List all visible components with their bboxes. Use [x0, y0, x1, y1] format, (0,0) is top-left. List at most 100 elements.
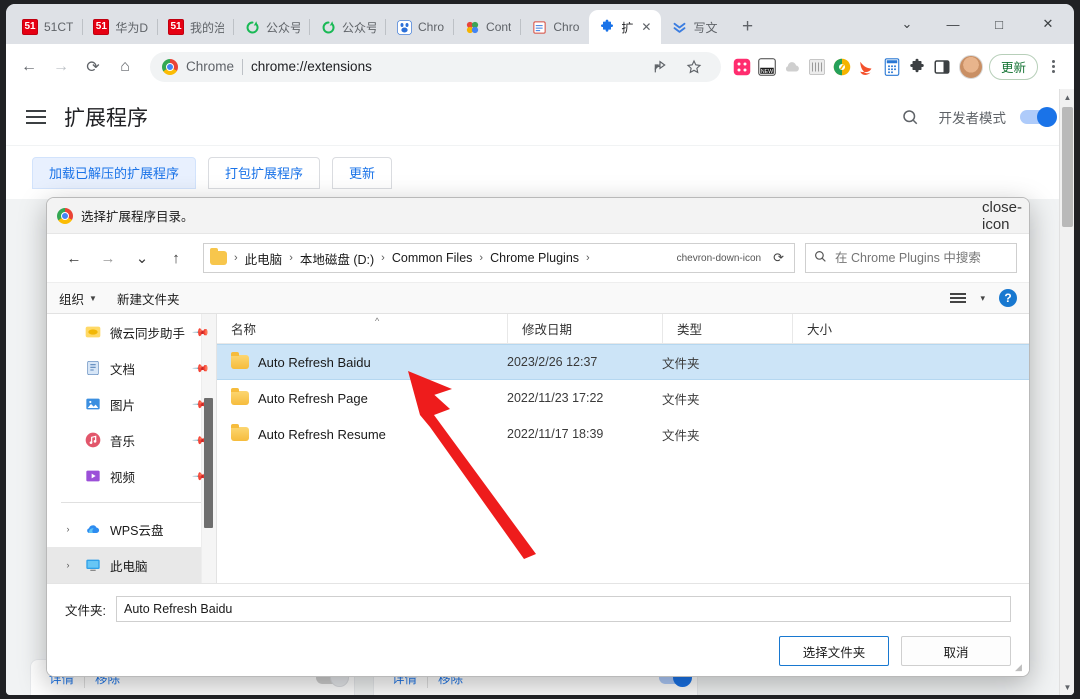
home-icon[interactable]: ⌂	[110, 52, 140, 82]
dialog-buttons: 选择文件夹 取消	[65, 636, 1011, 666]
sidebar-item-music[interactable]: 音乐 📌	[47, 422, 216, 458]
select-folder-button[interactable]: 选择文件夹	[779, 636, 889, 666]
resize-grip-icon[interactable]: ◢	[1015, 663, 1025, 673]
close-icon[interactable]: ✕	[641, 21, 651, 33]
new-badge-icon[interactable]: NEW	[756, 56, 778, 78]
help-icon[interactable]: ?	[999, 289, 1017, 307]
scroll-up-icon[interactable]: ▲	[1060, 89, 1074, 105]
command-bar-right: ▾ ?	[950, 289, 1017, 307]
sidebar-item-label: 音乐	[110, 434, 136, 449]
recent-locations-icon[interactable]: ⌄	[127, 243, 157, 273]
dialog-search-box[interactable]	[805, 243, 1017, 273]
table-row[interactable]: Auto Refresh Resume 2022/11/17 18:39 文件夹	[217, 416, 1029, 452]
chevrons-down-icon	[671, 19, 687, 35]
close-icon[interactable]: close-icon	[982, 199, 1022, 233]
close-window-button[interactable]: ✕	[1022, 4, 1074, 44]
forward-icon[interactable]: →	[93, 243, 123, 273]
sidebar-scrollbar-thumb[interactable]	[204, 398, 213, 528]
column-header-type[interactable]: 类型	[662, 313, 792, 344]
cloud-grey-icon[interactable]	[781, 56, 803, 78]
kebab-menu-icon[interactable]	[1040, 54, 1066, 80]
up-one-level-icon[interactable]: ↑	[161, 243, 191, 273]
refresh-icon[interactable]: ⟳	[773, 250, 788, 266]
breadcrumb-item-chrome-plugins[interactable]: Chrome Plugins	[490, 251, 579, 265]
file-name-cell: Auto Refresh Page	[217, 388, 507, 406]
chevron-right-icon[interactable]: ›	[61, 560, 75, 570]
column-header-date[interactable]: 修改日期	[507, 313, 662, 344]
address-bar[interactable]: Chrome chrome://extensions	[150, 51, 721, 82]
tab-extensions[interactable]: 扩 ✕	[589, 10, 662, 44]
sidebar-item-pictures[interactable]: 图片 📌	[47, 386, 216, 422]
tab-51cto[interactable]: 51 51CT	[12, 10, 84, 44]
dialog-body: 微云同步助手 📌 文档 📌 图片 📌 音乐 📌 视频 📌 › WPS云盘 › 此…	[47, 313, 1029, 583]
chrome-icon	[57, 207, 73, 224]
tab-search-icon[interactable]: ⌄	[884, 4, 930, 44]
new-folder-button[interactable]: 新建文件夹	[117, 289, 180, 308]
pack-extension-button[interactable]: 打包扩展程序	[208, 156, 321, 189]
browser-window: 51 51CT 51 华为D 51 我的治 公众号 公众号 Chro Cont …	[6, 4, 1074, 695]
breadcrumb-item-local-disk[interactable]: 本地磁盘 (D:)	[300, 249, 374, 268]
column-header-name[interactable]: 名称 ^	[217, 314, 507, 344]
tab-baidu-chrome[interactable]: Chro	[386, 10, 455, 44]
tab-mine[interactable]: 51 我的治	[158, 10, 235, 44]
dialog-title: 选择扩展程序目录。	[81, 210, 194, 224]
forward-icon[interactable]: →	[46, 52, 76, 82]
puzzle-icon[interactable]	[906, 56, 928, 78]
tab-gongzhonghao-1[interactable]: 公众号	[234, 10, 311, 44]
chevron-right-icon[interactable]: ›	[61, 524, 75, 534]
back-icon[interactable]: ←	[14, 52, 44, 82]
grid-grey-icon[interactable]	[806, 56, 828, 78]
page-scrollbar[interactable]: ▲ ▼	[1059, 89, 1074, 695]
chevron-down-icon[interactable]: ▾	[980, 293, 985, 304]
swift-bird-icon[interactable]	[856, 56, 878, 78]
dice-pink-icon[interactable]	[731, 56, 753, 78]
side-panel-icon[interactable]	[931, 56, 953, 78]
search-input[interactable]	[833, 250, 1008, 266]
sidebar-item-documents[interactable]: 文档 📌	[47, 350, 216, 386]
wps-cloud-icon	[84, 521, 101, 538]
sidebar-item-this-pc[interactable]: › 此电脑	[47, 547, 216, 583]
load-unpacked-button[interactable]: 加载已解压的扩展程序	[32, 156, 197, 189]
organize-menu[interactable]: 组织 ▼	[59, 289, 97, 308]
developer-mode-toggle[interactable]	[1020, 107, 1057, 127]
update-extensions-button[interactable]: 更新	[332, 156, 393, 189]
list-view-icon[interactable]	[950, 293, 967, 303]
chevron-down-icon[interactable]: chevron-down-icon	[669, 253, 770, 264]
hamburger-icon[interactable]	[26, 110, 46, 124]
breadcrumb-item-this-pc[interactable]: 此电脑	[245, 249, 283, 268]
star-icon[interactable]	[679, 52, 709, 82]
back-icon[interactable]: ←	[59, 243, 89, 273]
sidebar-item-label: 图片	[110, 398, 136, 413]
tab-gongzhonghao-2[interactable]: 公众号	[310, 10, 387, 44]
tab-chrome-doc[interactable]: Chro	[521, 10, 589, 44]
table-row[interactable]: Auto Refresh Page 2022/11/23 17:22 文件夹	[217, 380, 1029, 416]
tab-xiewen[interactable]: 写文	[661, 10, 727, 44]
sidebar-item-wps-cloud[interactable]: › WPS云盘	[47, 511, 216, 547]
tab-contact[interactable]: Cont	[454, 10, 522, 44]
sidebar-item-videos[interactable]: 视频 📌	[47, 458, 216, 494]
column-header-size[interactable]: 大小	[792, 313, 887, 344]
tab-huawei[interactable]: 51 华为D	[83, 10, 159, 44]
search-icon	[814, 250, 827, 266]
maximize-button[interactable]: □	[976, 4, 1022, 44]
tab-label: 扩	[621, 20, 634, 35]
share-icon[interactable]	[645, 52, 675, 82]
breadcrumb[interactable]: › 此电脑 › 本地磁盘 (D:) › Common Files › Chrom…	[203, 243, 795, 273]
reload-icon[interactable]: ⟳	[78, 52, 108, 82]
folder-name-input[interactable]	[115, 596, 1011, 622]
new-tab-button[interactable]: +	[734, 13, 762, 41]
update-button[interactable]: 更新	[988, 53, 1038, 80]
search-icon[interactable]	[895, 102, 925, 132]
extensions-header: 扩展程序 开发者模式	[6, 89, 1074, 145]
scrollbar-thumb[interactable]	[1062, 107, 1073, 227]
scroll-down-icon[interactable]: ▼	[1060, 679, 1074, 695]
table-row[interactable]: Auto Refresh Baidu 2023/2/26 12:37 文件夹	[217, 344, 1029, 380]
breadcrumb-item-common-files[interactable]: Common Files	[392, 251, 473, 265]
avatar[interactable]	[958, 54, 983, 79]
sidebar-item-weiyun[interactable]: 微云同步助手 📌	[47, 314, 216, 350]
minimize-button[interactable]: —	[930, 4, 976, 44]
pinwheel-icon	[464, 19, 480, 35]
cancel-button[interactable]: 取消	[901, 636, 1011, 666]
calculator-icon[interactable]	[881, 56, 903, 78]
compass-icon[interactable]	[831, 56, 853, 78]
